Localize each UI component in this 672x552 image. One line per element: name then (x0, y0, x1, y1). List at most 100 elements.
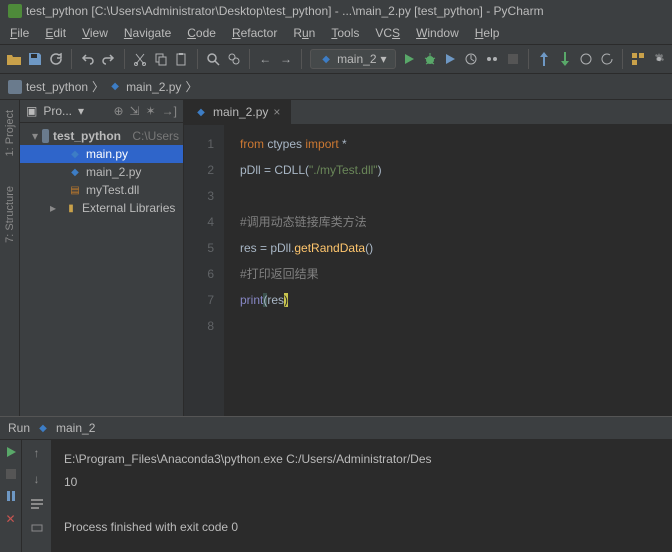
window-title: test_python [C:\Users\Administrator\Desk… (26, 4, 544, 18)
replace-icon[interactable] (226, 50, 241, 68)
project-header: ▣ Pro... ▾ ⊕ ⇲ ✶ →] (20, 100, 183, 123)
run-panel: Run ◆ main_2 ✕ ↑ ↓ E:\Program_Files\Anac… (0, 416, 672, 552)
tree-file-label: main.py (86, 147, 128, 161)
out-exit: Process finished with exit code 0 (64, 520, 238, 534)
run-controls: ✕ (0, 440, 22, 552)
python-icon: ◆ (36, 421, 50, 435)
out-val: 10 (64, 475, 77, 489)
menu-view[interactable]: View (76, 24, 114, 42)
stop-button[interactable] (5, 468, 17, 480)
hide-icon[interactable]: →] (162, 104, 177, 118)
menu-code[interactable]: Code (181, 24, 222, 42)
vcs-commit-icon[interactable] (557, 50, 572, 68)
structure-icon[interactable] (631, 50, 646, 68)
up-icon[interactable]: ↑ (34, 446, 40, 460)
run-button[interactable] (402, 50, 417, 68)
menubar: File Edit View Navigate Code Refactor Ru… (0, 22, 672, 45)
code-area[interactable]: 12345678 from ctypes import * pDll = CDL… (184, 125, 672, 416)
editor-tabs: ◆ main_2.py × (184, 100, 672, 125)
menu-tools[interactable]: Tools (325, 24, 365, 42)
project-tree: ▾ test_python C:\Users ◆ main.py ◆ main_… (20, 123, 183, 221)
editor: ◆ main_2.py × 12345678 from ctypes impor… (184, 100, 672, 416)
tree-root-path: C:\Users (132, 129, 179, 143)
project-combo-icon[interactable]: ▣ (26, 104, 37, 118)
tab-label: main_2.py (213, 105, 268, 119)
breadcrumb-project[interactable]: test_python (26, 80, 88, 94)
menu-file[interactable]: File (4, 24, 35, 42)
debug-button[interactable] (422, 50, 437, 68)
cut-icon[interactable] (133, 50, 148, 68)
tree-root[interactable]: ▾ test_python C:\Users (20, 127, 183, 145)
tree-file-label: myTest.dll (86, 183, 139, 197)
menu-help[interactable]: Help (469, 24, 506, 42)
down-icon[interactable]: ↓ (34, 472, 40, 486)
open-icon[interactable] (6, 50, 22, 68)
tool-window-bar-left: 1: Project 7: Structure (0, 100, 20, 416)
breadcrumb-file[interactable]: main_2.py (126, 80, 181, 94)
menu-refactor[interactable]: Refactor (226, 24, 283, 42)
project-header-label[interactable]: Pro... (43, 104, 72, 118)
menu-run[interactable]: Run (287, 24, 321, 42)
menu-navigate[interactable]: Navigate (118, 24, 177, 42)
paste-icon[interactable] (174, 50, 189, 68)
run-config-select[interactable]: ◆ main_2 ▾ (310, 49, 395, 69)
titlebar: test_python [C:\Users\Administrator\Desk… (0, 0, 672, 22)
chevron-right-icon: ▸ (50, 201, 60, 215)
tree-root-name: test_python (53, 129, 121, 143)
run-tools: ↑ ↓ (22, 440, 52, 552)
find-icon[interactable] (206, 50, 221, 68)
chevron-down-icon[interactable]: ▾ (78, 104, 84, 118)
forward-icon[interactable]: → (279, 50, 294, 68)
collapse-icon[interactable]: ⇲ (130, 104, 140, 118)
python-icon: ◆ (68, 165, 82, 179)
concurrency-icon[interactable] (484, 50, 499, 68)
settings-icon[interactable] (651, 50, 666, 68)
menu-edit[interactable]: Edit (39, 24, 72, 42)
out-cmd: E:\Program_Files\Anaconda3\python.exe C:… (64, 452, 432, 466)
python-icon: ◆ (108, 80, 122, 94)
autoscroll-icon[interactable]: ⊕ (113, 104, 123, 118)
toolbar: ← → ◆ main_2 ▾ (0, 45, 672, 74)
profile-icon[interactable] (464, 50, 479, 68)
stop-button[interactable] (505, 50, 520, 68)
wrap-icon[interactable] (30, 498, 44, 510)
folder-icon (42, 129, 49, 143)
refresh-icon[interactable] (49, 50, 64, 68)
dll-icon: ▤ (68, 183, 82, 197)
gear-icon[interactable]: ✶ (146, 104, 156, 118)
copy-icon[interactable] (153, 50, 168, 68)
chevron-right-icon: 〉 (185, 78, 197, 95)
undo-icon[interactable] (80, 50, 95, 68)
sidetool-structure[interactable]: 7: Structure (4, 186, 16, 243)
run-target[interactable]: main_2 (56, 421, 95, 435)
tree-file-main2[interactable]: ◆ main_2.py (20, 163, 183, 181)
run-label: Run (8, 421, 30, 435)
coverage-icon[interactable] (443, 50, 458, 68)
run-config-label: main_2 (337, 52, 376, 66)
console-output[interactable]: E:\Program_Files\Anaconda3\python.exe C:… (52, 440, 672, 552)
tree-ext-label: External Libraries (82, 201, 175, 215)
project-panel: ▣ Pro... ▾ ⊕ ⇲ ✶ →] ▾ test_python C:\Use… (20, 100, 184, 416)
source[interactable]: from ctypes import * pDll = CDLL("./myTe… (224, 125, 382, 416)
vcs-revert-icon[interactable] (599, 50, 614, 68)
back-icon[interactable]: ← (258, 50, 273, 68)
tree-external-libs[interactable]: ▸ ▮ External Libraries (20, 199, 183, 217)
sidetool-project[interactable]: 1: Project (4, 110, 16, 156)
tree-file-main[interactable]: ◆ main.py (20, 145, 183, 163)
save-icon[interactable] (28, 50, 43, 68)
close-button[interactable]: ✕ (5, 512, 15, 526)
pause-button[interactable] (5, 490, 17, 502)
chevron-down-icon: ▾ (381, 52, 387, 66)
rerun-button[interactable] (5, 446, 17, 458)
print-icon[interactable] (30, 522, 44, 534)
pycharm-icon (8, 4, 22, 18)
redo-icon[interactable] (101, 50, 116, 68)
tab-main2[interactable]: ◆ main_2.py × (184, 100, 291, 124)
tree-file-dll[interactable]: ▤ myTest.dll (20, 181, 183, 199)
vcs-history-icon[interactable] (578, 50, 593, 68)
menu-window[interactable]: Window (410, 24, 465, 42)
vcs-update-icon[interactable] (537, 50, 552, 68)
python-icon: ◆ (194, 105, 208, 119)
close-icon[interactable]: × (273, 105, 280, 119)
menu-vcs[interactable]: VCS (369, 24, 406, 42)
